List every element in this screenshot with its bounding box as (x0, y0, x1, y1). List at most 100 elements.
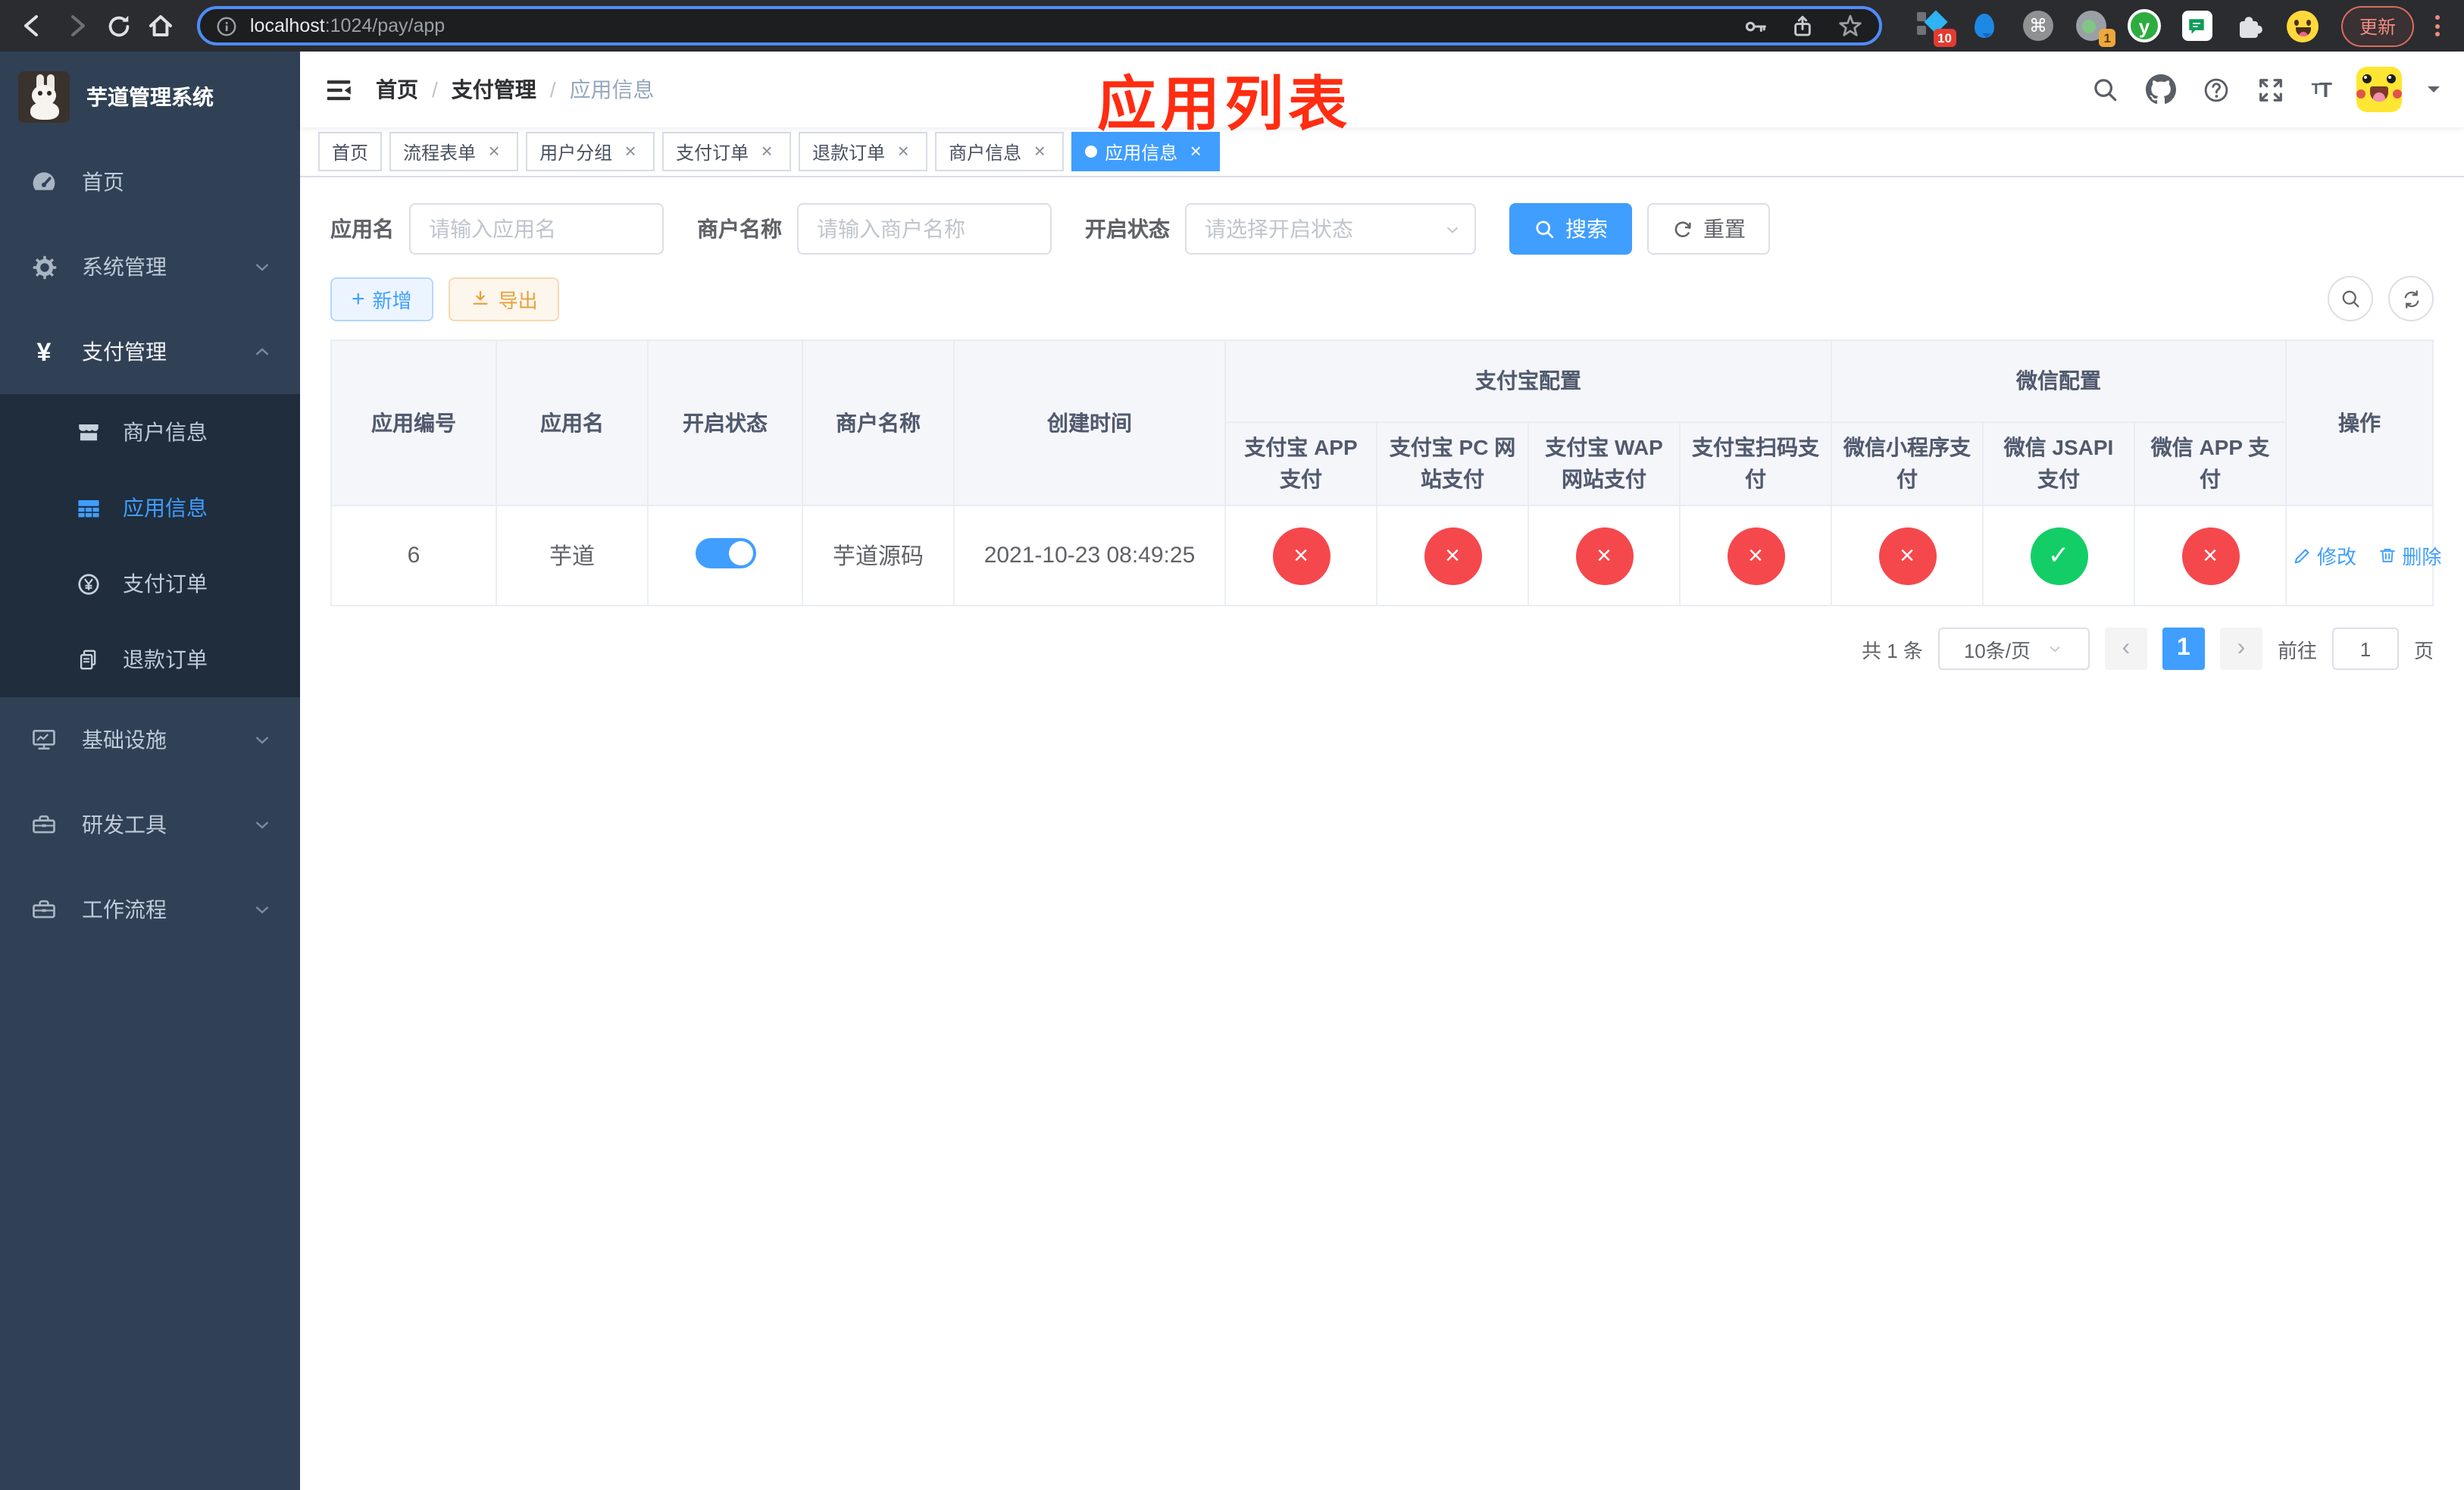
sidebar-item-workflow[interactable]: 工作流程 (0, 867, 300, 952)
breadcrumb-home[interactable]: 首页 (376, 74, 418, 105)
delete-link[interactable]: 删除 (2378, 540, 2441, 569)
extensions-puzzle-icon[interactable] (2234, 9, 2267, 42)
browser-menu-button[interactable] (2435, 15, 2440, 36)
sidebar-item-home[interactable]: 首页 (0, 139, 300, 224)
sidebar-logo-row[interactable]: 芋道管理系统 (0, 52, 300, 139)
fullscreen-icon[interactable] (2257, 75, 2286, 104)
page-size-select[interactable]: 10条/页 (1937, 628, 2090, 670)
profile-emoji-icon[interactable] (2287, 9, 2320, 42)
close-icon[interactable]: × (1029, 140, 1050, 162)
password-key-icon[interactable] (1743, 13, 1768, 39)
tab-process-form[interactable]: 流程表单 × (389, 132, 519, 171)
wx-app-status-badge: × (2181, 527, 2239, 584)
address-bar[interactable]: localhost:1024/pay/app (197, 6, 1882, 45)
status-select-input[interactable] (1185, 203, 1476, 255)
alipay-app-status-badge: × (1272, 527, 1330, 584)
search-icon (2341, 290, 2359, 307)
col-actions: 操作 (2285, 340, 2434, 506)
col-wx-jsapi: 微信 JSAPI 支付 (1982, 421, 2135, 506)
close-icon[interactable]: × (893, 140, 914, 162)
status-select[interactable] (1185, 203, 1476, 255)
sidebar-item-infrastructure[interactable]: 基础设施 (0, 697, 300, 782)
sidebar-item-dev-tools[interactable]: 研发工具 (0, 782, 300, 867)
sidebar-item-merchant-info[interactable]: 商户信息 (0, 394, 300, 470)
font-size-icon[interactable]: TT (2312, 77, 2332, 102)
user-avatar[interactable] (2356, 67, 2402, 112)
site-info-icon[interactable] (215, 14, 238, 37)
pinned-extension-icon[interactable]: 10 (1915, 9, 1956, 47)
breadcrumb-payment[interactable]: 支付管理 (452, 74, 536, 105)
col-alipay-app: 支付宝 APP 支付 (1224, 421, 1377, 506)
close-icon[interactable]: × (483, 140, 505, 162)
browser-update-button[interactable]: 更新 (2340, 5, 2414, 46)
forward-arrow-icon (71, 15, 85, 36)
recorder-extension-icon[interactable]: 1 (2075, 9, 2115, 47)
prev-page-button[interactable]: ‹ (2104, 628, 2147, 670)
edit-link[interactable]: 修改 (2293, 540, 2356, 569)
tab-pay-orders[interactable]: 支付订单 × (662, 132, 792, 171)
sidebar-item-system[interactable]: 系统管理 (0, 224, 300, 309)
col-app-id: 应用编号 (330, 340, 497, 506)
goto-prefix: 前往 (2277, 639, 2317, 662)
alipay-pc-status-badge: × (1424, 527, 1481, 584)
close-icon[interactable]: × (1185, 140, 1206, 162)
chevron-down-icon (2050, 646, 2060, 653)
close-icon[interactable]: × (756, 140, 777, 162)
status-label: 开启状态 (1085, 217, 1170, 241)
search-button[interactable]: 搜索 (1509, 203, 1632, 255)
col-alipay-wap: 支付宝 WAP 网站支付 (1527, 421, 1681, 506)
browser-back-button[interactable] (15, 8, 52, 44)
reset-button[interactable]: 重置 (1647, 203, 1770, 255)
payment-submenu: 商户信息 应用信息 支付订单 退款订单 (0, 394, 300, 697)
wx-mini-status-badge: × (1878, 527, 1936, 584)
y-extension-icon[interactable]: y (2127, 9, 2161, 42)
help-icon[interactable] (2203, 75, 2231, 104)
col-created: 创建时间 (953, 340, 1226, 506)
app-name-input[interactable] (409, 203, 664, 255)
col-merchant: 商户名称 (802, 340, 955, 506)
sidebar-item-app-info[interactable]: 应用信息 (0, 470, 300, 546)
home-icon (149, 15, 172, 36)
tab-refund-orders[interactable]: 退款订单 × (799, 132, 928, 171)
store-icon (73, 419, 103, 445)
tab-merchant-info[interactable]: 商户信息 × (935, 132, 1065, 171)
merchant-name-input[interactable] (797, 203, 1052, 255)
toggle-search-button[interactable] (2328, 276, 2373, 321)
chat-extension-icon[interactable] (2181, 9, 2214, 42)
browser-forward-button[interactable] (58, 8, 94, 44)
browser-home-button[interactable] (142, 8, 179, 44)
sidebar-item-pay-orders[interactable]: 支付订单 (0, 546, 300, 621)
bookmark-star-icon[interactable] (1837, 12, 1864, 39)
app-name-label: 应用名 (330, 217, 394, 241)
add-button[interactable]: + 新增 (330, 277, 433, 321)
balloon-extension-icon[interactable] (1968, 9, 2002, 42)
share-icon[interactable] (1790, 13, 1815, 39)
enabled-toggle[interactable] (695, 537, 755, 568)
refresh-icon (1674, 221, 1691, 236)
trash-icon (2380, 548, 2396, 562)
sidebar-collapse-button[interactable] (324, 75, 353, 104)
tab-home[interactable]: 首页 (318, 132, 383, 171)
avatar-caret-icon[interactable] (2428, 86, 2440, 99)
next-page-button[interactable]: › (2219, 628, 2262, 670)
goto-page-input[interactable] (2331, 628, 2399, 670)
refresh-table-button[interactable] (2388, 276, 2434, 321)
export-button[interactable]: 导出 (448, 277, 559, 321)
sidebar-item-payment[interactable]: ¥ 支付管理 (0, 309, 300, 394)
yen-icon: ¥ (36, 337, 52, 366)
cell-app-name: 芋道 (496, 505, 649, 606)
extension-badge: 10 (1933, 28, 1956, 47)
sidebar-item-label: 商户信息 (123, 420, 208, 444)
cell-status (647, 505, 803, 606)
tab-user-group[interactable]: 用户分组 × (526, 132, 655, 171)
browser-reload-button[interactable] (100, 8, 136, 44)
active-dot (1085, 146, 1098, 158)
hamburger-fold-icon (327, 80, 351, 100)
command-extension-icon[interactable]: ⌘ (2022, 9, 2055, 42)
close-icon[interactable]: × (620, 140, 641, 162)
col-app-name: 应用名 (496, 340, 649, 506)
current-page-button[interactable]: 1 (2162, 628, 2205, 670)
header-search-icon[interactable] (2092, 75, 2121, 104)
sidebar-item-refund-orders[interactable]: 退款订单 (0, 621, 300, 697)
github-icon[interactable] (2146, 74, 2177, 105)
